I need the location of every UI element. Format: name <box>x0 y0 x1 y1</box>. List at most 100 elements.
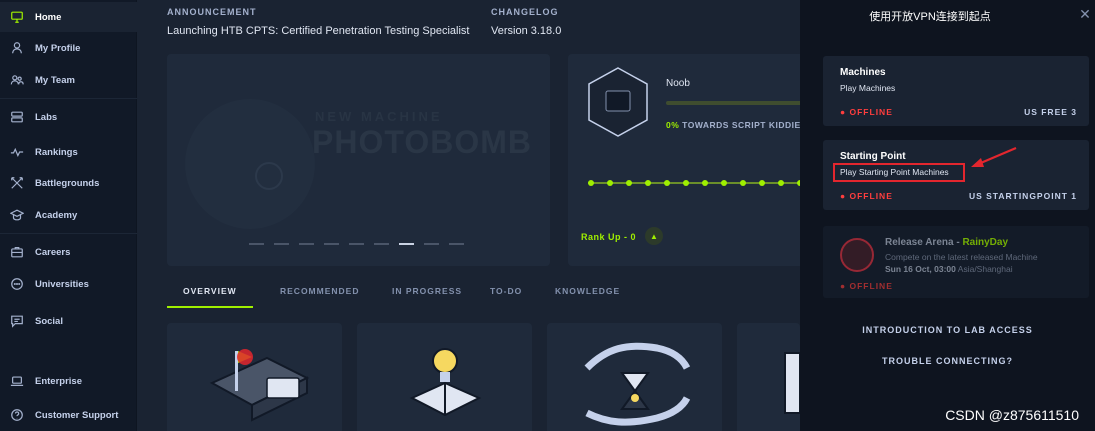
tab-to-do[interactable]: TO-DO <box>474 277 538 308</box>
vpn-option-starting-point[interactable]: Starting Point Play Starting Point Machi… <box>823 140 1089 210</box>
module-card[interactable] <box>547 323 722 431</box>
sidebar-item-label: My Team <box>35 74 75 86</box>
sidebar-item-customer-support[interactable]: Customer Support <box>0 400 137 430</box>
sidebar-item-academy[interactable]: Academy <box>0 200 137 230</box>
carousel-dot[interactable] <box>424 243 439 245</box>
sidebar-item-label: Social <box>35 315 63 327</box>
sidebar-item-my-team[interactable]: My Team <box>0 65 137 95</box>
rank-progress-value: 0% <box>666 120 680 130</box>
announcement-label: ANNOUNCEMENT <box>167 7 257 17</box>
sidebar-item-social[interactable]: Social <box>0 306 137 336</box>
carousel-dot[interactable] <box>299 243 314 245</box>
monitor-icon <box>9 9 25 25</box>
sidebar-item-my-profile[interactable]: My Profile <box>0 33 137 63</box>
tab-knowledge[interactable]: KNOWLEDGE <box>539 277 636 308</box>
briefcase-icon <box>9 244 25 260</box>
watermark: CSDN @z875611510 <box>945 407 1079 423</box>
rank-name: Noob <box>666 78 690 89</box>
arena-title: Release Arena - RainyDay <box>885 237 1008 248</box>
intro-lab-access-link[interactable]: INTRODUCTION TO LAB ACCESS <box>800 325 1095 335</box>
rank-track <box>588 180 808 186</box>
status-badge: ● OFFLINE <box>840 191 893 201</box>
sidebar-item-battlegrounds[interactable]: Battlegrounds <box>0 168 137 198</box>
changelog-label: CHANGELOG <box>491 7 559 17</box>
release-arena-card[interactable]: Release Arena - RainyDay Compete on the … <box>823 226 1089 298</box>
carousel-dot[interactable] <box>399 243 414 245</box>
sidebar-item-label: Universities <box>35 278 89 290</box>
sidebar-item-label: Rankings <box>35 146 78 158</box>
sidebar-item-label: Battlegrounds <box>35 177 100 189</box>
rank-track-dot <box>607 180 613 186</box>
tab-overview[interactable]: OVERVIEW <box>167 277 253 308</box>
camera-icon <box>255 162 283 190</box>
tab-bar: OVERVIEW RECOMMENDED IN PROGRESS TO-DO K… <box>167 277 800 308</box>
carousel-dot[interactable] <box>249 243 264 245</box>
rank-progress-bar <box>666 101 806 105</box>
sidebar-item-careers[interactable]: Careers <box>0 237 137 267</box>
changelog-link[interactable]: Version 3.18.0 <box>491 25 561 37</box>
arena-title-prefix: Release Arena - <box>885 237 963 248</box>
server-icon <box>9 109 25 125</box>
chevron-up-icon[interactable]: ▲ <box>645 227 663 245</box>
server-name: US FREE 3 <box>1024 107 1077 117</box>
carousel-indicators[interactable] <box>249 243 464 245</box>
rank-track-dot <box>626 180 632 186</box>
tab-in-progress[interactable]: IN PROGRESS <box>376 277 478 308</box>
rank-badge-icon <box>588 67 648 137</box>
carousel-dot[interactable] <box>274 243 289 245</box>
carousel-dot[interactable] <box>324 243 339 245</box>
module-card[interactable] <box>167 323 342 431</box>
sidebar-item-label: Customer Support <box>35 409 119 421</box>
status-badge: ● OFFLINE <box>840 281 893 291</box>
vpn-option-subtitle: Play Machines <box>840 83 896 93</box>
vpn-option-title: Starting Point <box>840 151 906 162</box>
status-text: OFFLINE <box>849 191 893 201</box>
server-illustration <box>784 352 800 414</box>
rank-progress-text: 0% TOWARDS SCRIPT KIDDIE <box>666 120 801 130</box>
arena-machine-name: RainyDay <box>962 237 1009 248</box>
red-arrow-icon <box>971 146 1017 167</box>
sidebar-item-label: Labs <box>35 111 58 123</box>
laptop-icon <box>9 373 25 389</box>
swords-icon <box>9 175 25 191</box>
close-icon[interactable]: ✕ <box>1078 7 1092 21</box>
sidebar-item-labs[interactable]: Labs <box>0 102 137 132</box>
carousel-dot[interactable] <box>349 243 364 245</box>
rank-track-dot <box>588 180 594 186</box>
rank-track-dot <box>740 180 746 186</box>
sidebar-item-home[interactable]: Home <box>0 2 137 32</box>
rank-up-label: Rank Up - 0 <box>581 232 637 242</box>
carousel-dot[interactable] <box>374 243 389 245</box>
rank-track-dot <box>778 180 784 186</box>
hourglass-hands-illustration <box>584 342 691 426</box>
sidebar: Home My Profile My Team Labs Rankings Ba… <box>0 0 137 431</box>
sidebar-item-rankings[interactable]: Rankings <box>0 137 137 167</box>
graduation-cap-icon <box>9 207 25 223</box>
status-text: OFFLINE <box>849 281 893 291</box>
lightbulb-book-illustration <box>409 348 482 417</box>
machine-banner[interactable]: NEW MACHINE PHOTOBOMB <box>167 54 550 266</box>
banner-kicker: NEW MACHINE <box>315 109 443 124</box>
trouble-connecting-link[interactable]: TROUBLE CONNECTING? <box>800 356 1095 366</box>
vpn-panel: 使用开放VPN连接到起点 ✕ Machines Play Machines ● … <box>800 0 1095 431</box>
server-name: US STARTINGPOINT 1 <box>968 191 1077 201</box>
module-card[interactable] <box>357 323 532 431</box>
arena-description: Compete on the latest released Machine <box>885 252 1038 262</box>
sidebar-item-enterprise[interactable]: Enterprise <box>0 366 137 396</box>
tab-recommended[interactable]: RECOMMENDED <box>264 277 375 308</box>
user-icon <box>9 40 25 56</box>
announcement-link[interactable]: Launching HTB CPTS: Certified Penetratio… <box>167 25 469 37</box>
module-card[interactable] <box>737 323 800 431</box>
help-icon <box>9 407 25 423</box>
panel-title: 使用开放VPN连接到起点 <box>869 11 991 23</box>
vpn-option-machines[interactable]: Machines Play Machines ● OFFLINE US FREE… <box>823 56 1089 126</box>
team-icon <box>9 72 25 88</box>
chat-icon <box>9 313 25 329</box>
carousel-dot[interactable] <box>449 243 464 245</box>
sidebar-item-universities[interactable]: Universities <box>0 269 137 299</box>
status-badge: ● OFFLINE <box>840 107 893 117</box>
release-arena-logo <box>840 238 874 272</box>
status-text: OFFLINE <box>849 107 893 117</box>
vpn-option-title: Machines <box>840 67 886 78</box>
rank-track-dot <box>645 180 651 186</box>
